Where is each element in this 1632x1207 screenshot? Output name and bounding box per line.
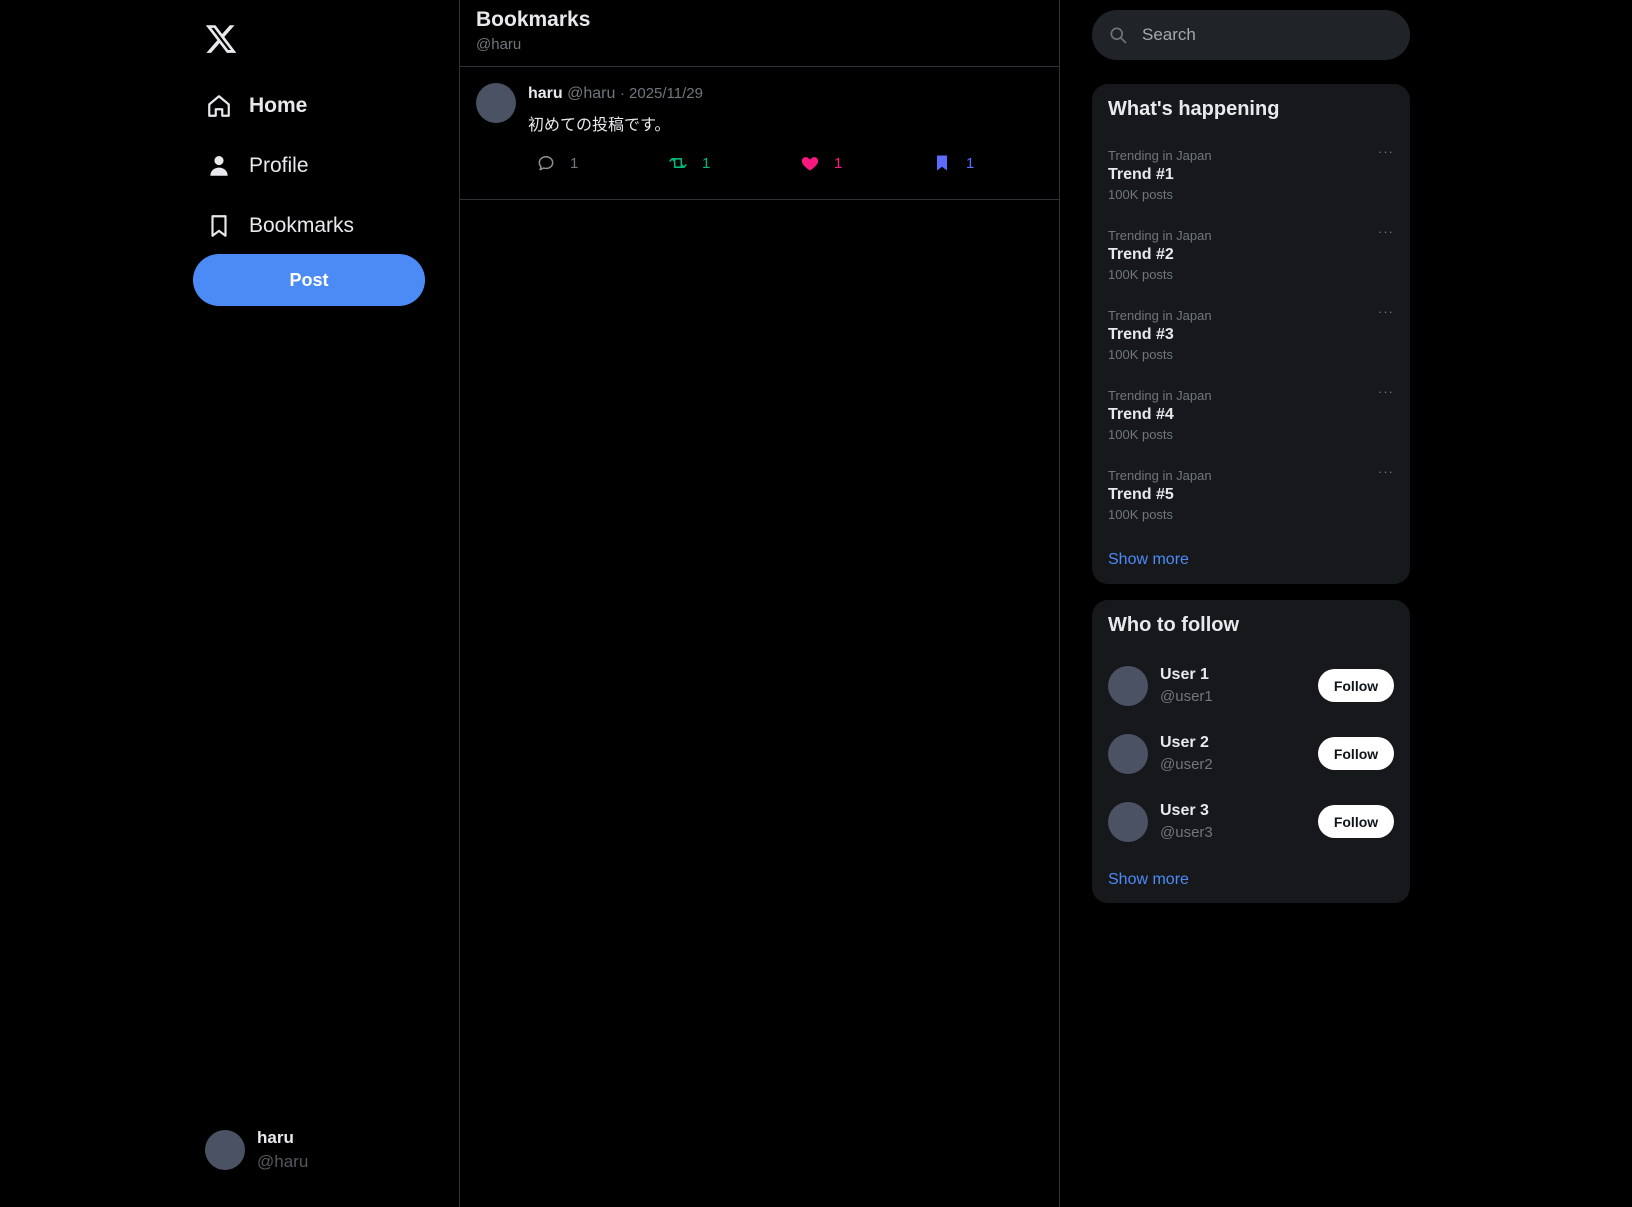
- search-icon: [1110, 27, 1127, 44]
- like-count: 1: [834, 154, 843, 172]
- trend-item[interactable]: Trending in Japan Trend #3 100K posts ··…: [1108, 304, 1394, 362]
- trend-count: 100K posts: [1108, 347, 1174, 362]
- nav-item-label: Home: [249, 94, 308, 117]
- trend-item[interactable]: Trending in Japan Trend #1 100K posts ··…: [1108, 144, 1394, 202]
- suggestion-name: User 2: [1160, 734, 1209, 751]
- page-header: Bookmarks @haru: [460, 0, 1059, 67]
- heart-icon: [801, 157, 819, 171]
- trend-context: Trending in Japan: [1108, 148, 1212, 163]
- suggestion-handle: @user3: [1160, 824, 1213, 841]
- trend-count: 100K posts: [1108, 507, 1174, 522]
- who-to-follow-panel: Who to follow User 1 @user1 Follow User …: [1092, 600, 1410, 903]
- right-sidebar: What's happening Trending in Japan Trend…: [1060, 0, 1632, 1207]
- who-to-follow-title: Who to follow: [1108, 614, 1240, 636]
- bookmark-filled-icon: [937, 155, 947, 171]
- trend-count: 100K posts: [1108, 427, 1174, 442]
- suggestion-name: User 1: [1160, 666, 1209, 683]
- retweet-button[interactable]: 1: [668, 153, 710, 173]
- person-icon: [204, 151, 234, 181]
- more-icon[interactable]: ···: [1378, 224, 1394, 239]
- trends-title: What's happening: [1108, 98, 1280, 120]
- trend-name: Trend #5: [1108, 486, 1174, 503]
- reply-count: 1: [570, 154, 579, 172]
- main-column: Bookmarks @haru haru @haru · 2025/11/29 …: [460, 0, 1060, 1207]
- follow-suggestion[interactable]: User 2 @user2 Follow: [1108, 734, 1394, 776]
- more-icon[interactable]: ···: [1378, 464, 1394, 479]
- nav-item-label: Bookmarks: [249, 214, 355, 237]
- like-button[interactable]: 1: [800, 153, 842, 173]
- trend-count: 100K posts: [1108, 187, 1174, 202]
- follow-button[interactable]: Follow: [1318, 737, 1394, 770]
- trends-panel: What's happening Trending in Japan Trend…: [1092, 84, 1410, 584]
- account-name: haru: [257, 1128, 294, 1147]
- trends-show-more-link[interactable]: Show more: [1108, 551, 1189, 569]
- tweet-text: 初めての投稿です。: [528, 117, 671, 134]
- bookmark-button[interactable]: 1: [932, 153, 974, 173]
- nav-item-home[interactable]: Home: [204, 76, 354, 136]
- trend-name: Trend #3: [1108, 326, 1174, 343]
- retweet-count: 1: [702, 154, 711, 172]
- trend-context: Trending in Japan: [1108, 228, 1212, 243]
- trend-context: Trending in Japan: [1108, 388, 1212, 403]
- tweet-author-handle: @haru: [567, 85, 616, 102]
- avatar[interactable]: [1108, 666, 1148, 706]
- reply-icon: [538, 156, 554, 171]
- trend-name: Trend #1: [1108, 166, 1174, 183]
- trend-name: Trend #2: [1108, 246, 1174, 263]
- page-subtitle: @haru: [476, 36, 522, 53]
- nav-item-label: Profile: [249, 154, 309, 177]
- trend-count: 100K posts: [1108, 267, 1174, 282]
- reply-button[interactable]: 1: [536, 153, 578, 173]
- x-logo-icon[interactable]: [204, 22, 238, 56]
- bookmark-icon: [204, 211, 234, 241]
- avatar[interactable]: [1108, 734, 1148, 774]
- account-handle: @haru: [257, 1152, 309, 1171]
- trend-item[interactable]: Trending in Japan Trend #4 100K posts ··…: [1108, 384, 1394, 442]
- tweet-avatar[interactable]: [476, 83, 516, 123]
- page-title: Bookmarks: [476, 8, 591, 31]
- follow-suggestion[interactable]: User 1 @user1 Follow: [1108, 666, 1394, 708]
- left-sidebar: Home Profile Bookmarks Post haru @haru: [0, 0, 460, 1207]
- tweet[interactable]: haru @haru · 2025/11/29 初めての投稿です。: [460, 67, 1059, 200]
- nav-item-bookmarks[interactable]: Bookmarks: [204, 196, 354, 256]
- trend-name: Trend #4: [1108, 406, 1174, 423]
- suggestion-handle: @user2: [1160, 756, 1213, 773]
- avatar[interactable]: [1108, 802, 1148, 842]
- post-button[interactable]: Post: [193, 254, 425, 306]
- retweet-icon: [669, 158, 687, 168]
- more-icon[interactable]: ···: [1378, 144, 1394, 159]
- bookmark-count: 1: [966, 154, 975, 172]
- home-icon: [204, 91, 234, 121]
- trend-context: Trending in Japan: [1108, 468, 1212, 483]
- suggestion-name: User 3: [1160, 802, 1209, 819]
- account-switcher[interactable]: haru @haru: [205, 1128, 308, 1172]
- main-nav: Home Profile Bookmarks: [204, 76, 354, 256]
- more-icon[interactable]: ···: [1378, 384, 1394, 399]
- tweet-date[interactable]: · 2025/11/29: [620, 85, 703, 102]
- trend-item[interactable]: Trending in Japan Trend #5 100K posts ··…: [1108, 464, 1394, 522]
- tweet-meta: haru @haru · 2025/11/29: [528, 85, 703, 103]
- avatar: [205, 1130, 245, 1170]
- follow-show-more-link[interactable]: Show more: [1108, 871, 1189, 889]
- trend-item[interactable]: Trending in Japan Trend #2 100K posts ··…: [1108, 224, 1394, 282]
- suggestion-handle: @user1: [1160, 688, 1213, 705]
- more-icon[interactable]: ···: [1378, 304, 1394, 319]
- follow-button[interactable]: Follow: [1318, 805, 1394, 838]
- trend-context: Trending in Japan: [1108, 308, 1212, 323]
- search-box[interactable]: [1092, 10, 1410, 60]
- nav-item-profile[interactable]: Profile: [204, 136, 354, 196]
- search-input[interactable]: [1142, 25, 1392, 45]
- follow-button[interactable]: Follow: [1318, 669, 1394, 702]
- tweet-author-name[interactable]: haru: [528, 85, 563, 102]
- app-root: Home Profile Bookmarks Post haru @haru B…: [0, 0, 1632, 1207]
- follow-suggestion[interactable]: User 3 @user3 Follow: [1108, 802, 1394, 844]
